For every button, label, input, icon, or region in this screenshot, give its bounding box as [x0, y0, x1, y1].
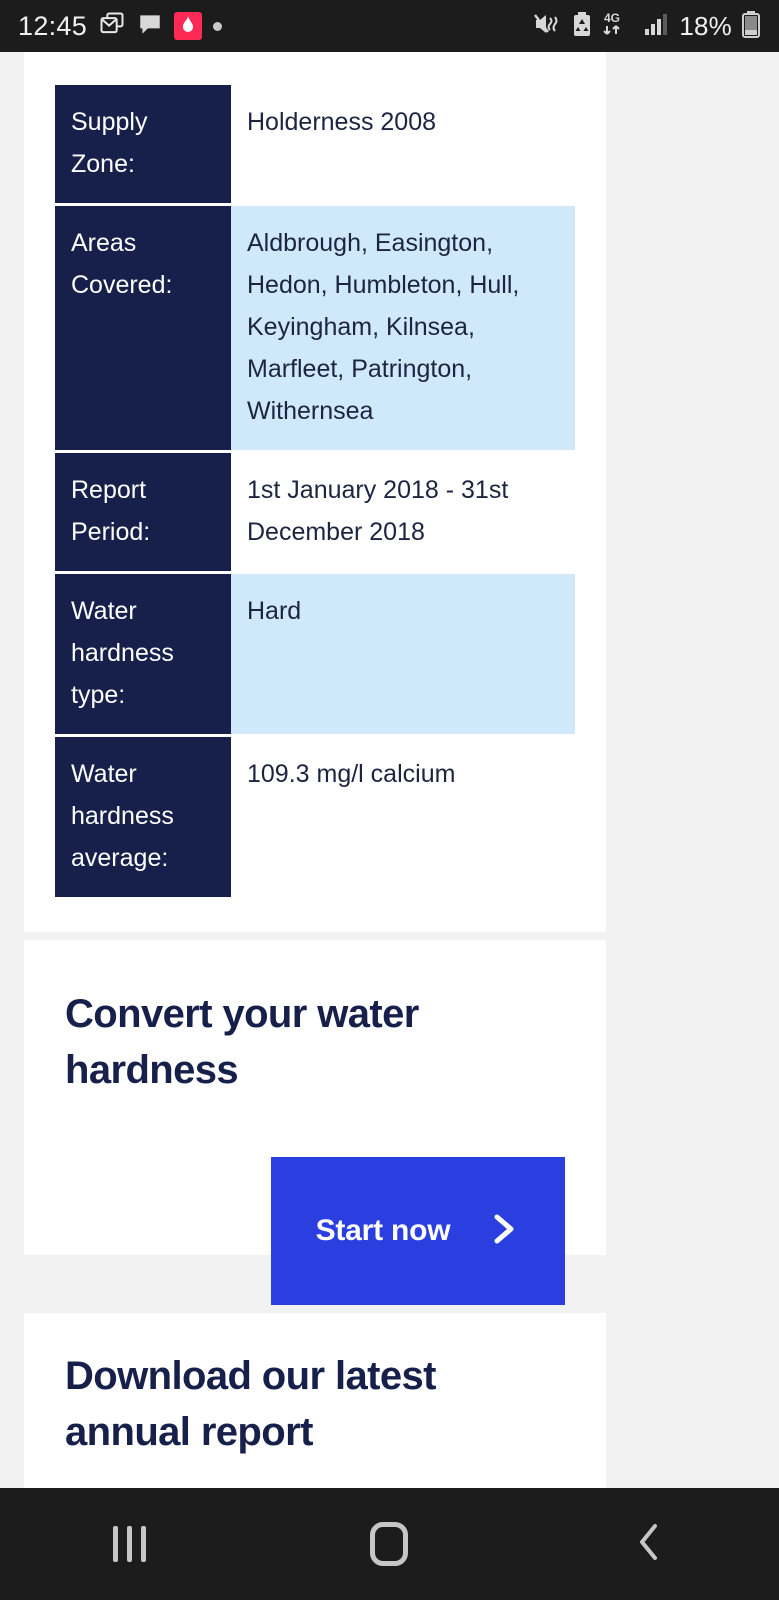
svg-text:4G: 4G — [604, 11, 620, 25]
status-bar-left: 12:45 — [18, 10, 223, 43]
battery-icon — [741, 10, 761, 43]
android-nav-bar — [0, 1488, 779, 1600]
tinder-app-icon — [174, 12, 203, 40]
start-now-label: Start now — [315, 1214, 451, 1247]
convert-card-title: Convert your water hardness — [65, 992, 419, 1092]
convert-hardness-card: Convert your water hardness Start now — [24, 940, 606, 1305]
recents-button[interactable] — [55, 1488, 205, 1600]
phone-screen: 12:45 4G 18% Supply Zone: Holderness 200… — [0, 0, 779, 1600]
table-row: Water hardness average: 109.3 mg/l calci… — [55, 737, 575, 897]
home-icon — [370, 1522, 409, 1566]
row-label-hardness-average: Water hardness average: — [55, 737, 231, 897]
status-bar: 12:45 4G 18% — [0, 0, 779, 52]
annual-report-card: Download our latest annual report — [24, 1313, 606, 1600]
message-icon — [137, 11, 163, 42]
back-icon — [633, 1520, 665, 1569]
supply-zone-info-card: Supply Zone: Holderness 2008 Areas Cover… — [24, 52, 606, 932]
row-value-supply-zone: Holderness 2008 — [231, 85, 575, 203]
report-card-title: Download our latest annual report — [65, 1354, 436, 1454]
table-row: Areas Covered: Aldbrough, Easington, Hed… — [55, 206, 575, 450]
page-content[interactable]: Supply Zone: Holderness 2008 Areas Cover… — [0, 52, 779, 1600]
recents-icon — [113, 1526, 147, 1562]
signal-bars-icon — [644, 11, 670, 42]
status-bar-right: 4G 18% — [533, 10, 761, 43]
water-quality-table: Supply Zone: Holderness 2008 Areas Cover… — [55, 85, 575, 900]
battery-saver-icon — [572, 11, 592, 42]
home-button[interactable] — [314, 1488, 464, 1600]
status-time: 12:45 — [18, 10, 88, 41]
row-value-hardness-type: Hard — [231, 574, 575, 734]
row-value-areas-covered: Aldbrough, Easington, Hedon, Humbleton, … — [231, 206, 575, 450]
row-label-report-period: Report Period: — [55, 453, 231, 571]
battery-percent-label: 18% — [679, 10, 732, 41]
row-value-report-period: 1st January 2018 - 31st December 2018 — [231, 453, 575, 571]
notification-dot-icon — [213, 21, 223, 31]
row-value-hardness-average: 109.3 mg/l calcium — [231, 737, 575, 897]
back-button[interactable] — [574, 1488, 724, 1600]
table-row: Supply Zone: Holderness 2008 — [55, 85, 575, 203]
start-now-button[interactable]: Start now — [271, 1157, 565, 1305]
email-icon — [98, 10, 126, 43]
row-label-hardness-type: Water hardness type: — [55, 574, 231, 734]
row-label-supply-zone: Supply Zone: — [55, 85, 231, 203]
chevron-right-icon — [488, 1210, 520, 1253]
4g-data-icon: 4G — [601, 10, 635, 43]
table-row: Water hardness type: Hard — [55, 574, 575, 734]
table-row: Report Period: 1st January 2018 - 31st D… — [55, 453, 575, 571]
mute-vibrate-icon — [533, 11, 563, 42]
row-label-areas-covered: Areas Covered: — [55, 206, 231, 450]
